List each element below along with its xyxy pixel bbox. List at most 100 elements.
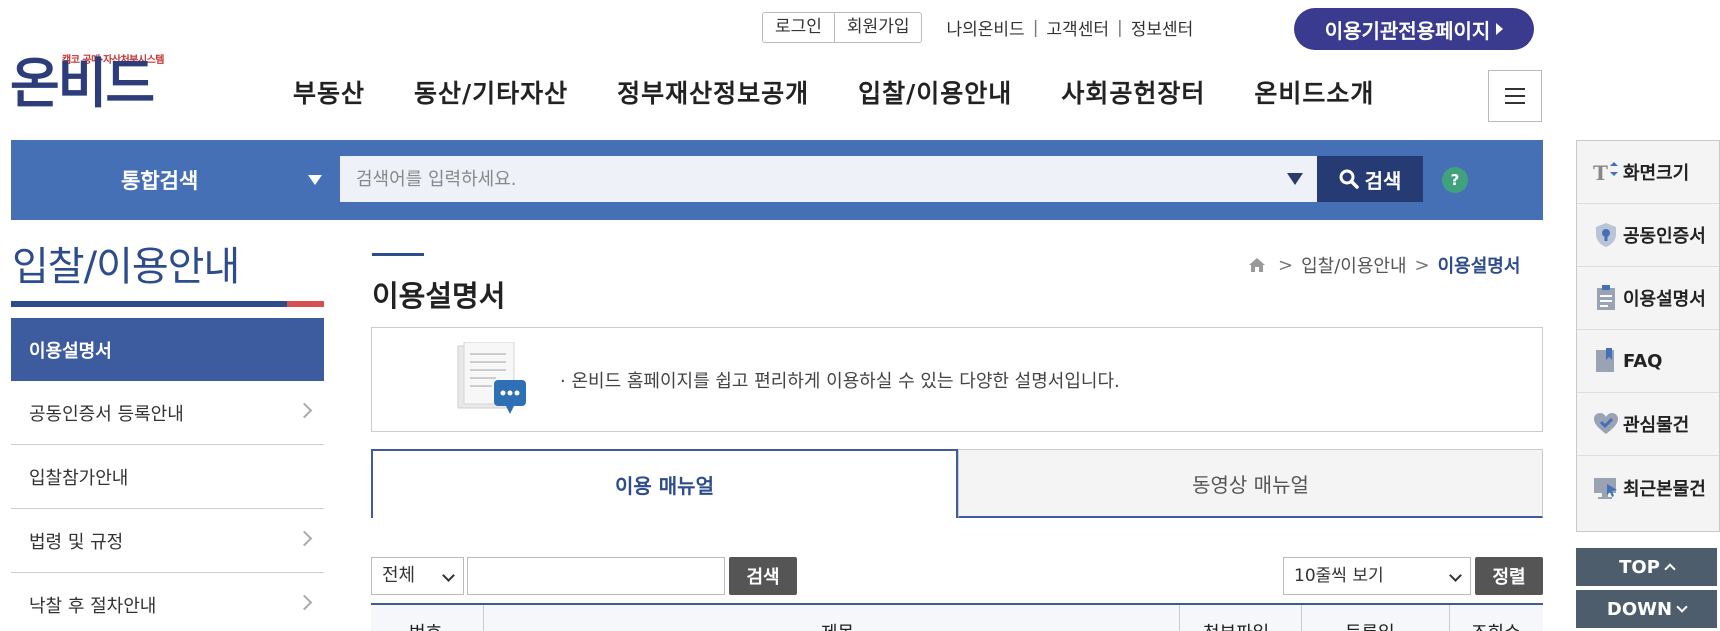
chevron-up-icon bbox=[1664, 563, 1676, 575]
signup-link[interactable]: 회원가입 bbox=[833, 13, 922, 42]
sidebar-item-manual[interactable]: 이용설명서 bbox=[11, 318, 324, 381]
quick-recent[interactable]: 최근본물건 bbox=[1577, 456, 1719, 519]
quick-manual[interactable]: 이용설명서 bbox=[1577, 267, 1719, 330]
tab-video-manual[interactable]: 동영상 매뉴얼 bbox=[958, 449, 1543, 518]
quick-menu: T 화면크기 공동인증서 이용설명서 FAQ 관심물건 최근본물건 bbox=[1576, 140, 1720, 532]
search-category-select[interactable]: 통합검색 bbox=[11, 140, 331, 220]
logo[interactable]: 캠코 공매·자산처분시스템 온비드 bbox=[10, 48, 170, 114]
nav-bid-guide[interactable]: 입찰/이용안내 bbox=[858, 74, 1012, 110]
page-title: 이용설명서 bbox=[372, 279, 506, 313]
col-title: 제목 bbox=[821, 619, 854, 631]
nav-real-estate[interactable]: 부동산 bbox=[293, 74, 365, 110]
main-nav: 부동산 동산/기타자산 정부재산정보공개 입찰/이용안내 사회공헌장터 온비드소… bbox=[293, 74, 1374, 110]
rows-per-page-select[interactable]: 10줄씩 보기 bbox=[1283, 557, 1471, 595]
sidebar-item-after-award[interactable]: 낙찰 후 절차안내 bbox=[11, 573, 324, 631]
col-number: 번호 bbox=[409, 619, 442, 631]
col-views: 조회수 bbox=[1471, 619, 1521, 631]
nav-about[interactable]: 온비드소개 bbox=[1254, 74, 1374, 110]
monitor-icon bbox=[1593, 475, 1619, 501]
quick-font-size-label: 화면크기 bbox=[1623, 163, 1690, 184]
chevron-right-icon bbox=[296, 402, 313, 419]
util-links: 나의온비드 | 고객센터 | 정보센터 bbox=[946, 15, 1194, 41]
chevron-down-icon bbox=[442, 569, 455, 582]
intro-box: · 온비드 홈페이지를 쉽고 편리하게 이용하실 수 있는 다양한 설명서입니다… bbox=[371, 327, 1543, 432]
breadcrumb-current: 이용설명서 bbox=[1437, 256, 1521, 277]
nav-gov-property[interactable]: 정부재산정보공개 bbox=[617, 74, 809, 110]
list-filter: 전체 검색 10줄씩 보기 정렬 bbox=[371, 557, 1543, 597]
keyword-search-button[interactable]: 검색 bbox=[729, 557, 797, 595]
scroll-down-button[interactable]: DOWN bbox=[1576, 590, 1717, 628]
scroll-top-label: TOP bbox=[1619, 556, 1660, 578]
intro-text-body: 온비드 홈페이지를 쉽고 편리하게 이용하실 수 있는 다양한 설명서입니다. bbox=[571, 371, 1120, 392]
quick-font-size[interactable]: T 화면크기 bbox=[1577, 141, 1719, 204]
sidebar-item-bid-participation[interactable]: 입찰참가안내 bbox=[11, 445, 324, 509]
search-input[interactable] bbox=[340, 156, 1318, 202]
intro-text: · 온비드 홈페이지를 쉽고 편리하게 이용하실 수 있는 다양한 설명서입니다… bbox=[560, 371, 1120, 392]
quick-certificate[interactable]: 공동인증서 bbox=[1577, 204, 1719, 267]
auth-box: 로그인 회원가입 bbox=[762, 12, 923, 43]
home-icon[interactable] bbox=[1248, 257, 1266, 273]
sidebar-item-label: 입찰참가안내 bbox=[29, 467, 129, 489]
quick-manual-label: 이용설명서 bbox=[1623, 289, 1706, 310]
sidebar-title: 입찰/이용안내 bbox=[12, 244, 240, 290]
sidebar-item-label: 낙찰 후 절차안내 bbox=[29, 595, 157, 617]
heart-check-icon bbox=[1593, 411, 1619, 437]
sort-button[interactable]: 정렬 bbox=[1475, 557, 1543, 595]
sidebar-item-label: 공동인증서 등록안내 bbox=[29, 403, 184, 425]
scope-select[interactable]: 전체 bbox=[371, 557, 464, 595]
title-decoration bbox=[372, 253, 424, 256]
org-page-label: 이용기관전용페이지 bbox=[1324, 18, 1491, 43]
chevron-down-icon bbox=[1676, 601, 1688, 613]
search-band: 통합검색 검색 ? bbox=[11, 140, 1543, 220]
util-separator: | bbox=[1116, 17, 1123, 38]
quick-faq-label: FAQ bbox=[1623, 350, 1663, 372]
breadcrumb-section[interactable]: 입찰/이용안내 bbox=[1301, 252, 1406, 278]
nav-social-market[interactable]: 사회공헌장터 bbox=[1061, 74, 1205, 110]
quick-certificate-label: 공동인증서 bbox=[1623, 226, 1706, 247]
search-button[interactable]: 검색 bbox=[1317, 156, 1423, 202]
search-dropdown-icon[interactable] bbox=[1287, 173, 1303, 185]
book-icon bbox=[1593, 348, 1619, 374]
quick-wishlist[interactable]: 관심물건 bbox=[1577, 393, 1719, 456]
play-arrow-icon bbox=[1496, 23, 1504, 35]
help-icon[interactable]: ? bbox=[1442, 167, 1468, 193]
sidebar-item-label: 법령 및 규정 bbox=[29, 531, 124, 553]
menu-icon[interactable] bbox=[1488, 70, 1542, 122]
chevron-right-icon bbox=[296, 530, 313, 547]
document-chat-icon bbox=[456, 341, 528, 420]
sidebar-item-laws[interactable]: 법령 및 규정 bbox=[11, 509, 324, 573]
sidebar-menu: 이용설명서 공동인증서 등록안내 입찰참가안내 법령 및 규정 낙찰 후 절차안… bbox=[11, 318, 324, 631]
nav-movables[interactable]: 동산/기타자산 bbox=[414, 74, 568, 110]
customer-center-link[interactable]: 고객센터 bbox=[1046, 15, 1109, 40]
info-center-link[interactable]: 정보센터 bbox=[1131, 15, 1194, 40]
search-icon bbox=[1339, 169, 1359, 189]
my-onbid-link[interactable]: 나의온비드 bbox=[946, 15, 1024, 40]
tab-usage-manual[interactable]: 이용 매뉴얼 bbox=[371, 449, 958, 518]
search-button-label: 검색 bbox=[1364, 168, 1402, 193]
utility-bar: 로그인 회원가입 나의온비드 | 고객센터 | 정보센터 bbox=[762, 12, 1193, 43]
col-date: 등록일 bbox=[1345, 619, 1395, 631]
manual-tabs: 이용 매뉴얼 동영상 매뉴얼 bbox=[371, 449, 1543, 518]
org-page-button[interactable]: 이용기관전용페이지 bbox=[1294, 8, 1534, 50]
scroll-top-button[interactable]: TOP bbox=[1576, 548, 1717, 586]
quick-wishlist-label: 관심물건 bbox=[1623, 415, 1690, 436]
scope-select-value: 전체 bbox=[382, 565, 416, 586]
shield-icon bbox=[1593, 222, 1619, 248]
sidebar-item-certificate[interactable]: 공동인증서 등록안내 bbox=[11, 381, 324, 445]
keyword-input[interactable] bbox=[467, 557, 725, 595]
col-attachment: 첨부파일 bbox=[1203, 619, 1269, 631]
text-size-icon: T bbox=[1593, 159, 1619, 185]
quick-faq[interactable]: FAQ bbox=[1577, 330, 1719, 393]
util-separator: | bbox=[1032, 17, 1039, 38]
chevron-right-icon bbox=[296, 594, 313, 611]
clipboard-icon bbox=[1593, 285, 1619, 311]
table-header: 번호 제목 첨부파일 등록일 조회수 bbox=[371, 603, 1543, 631]
svg-text:T: T bbox=[1593, 161, 1608, 184]
chevron-down-icon bbox=[1449, 569, 1462, 582]
breadcrumb-separator: > bbox=[1414, 254, 1430, 276]
rows-per-page-value: 10줄씩 보기 bbox=[1294, 566, 1384, 586]
quick-recent-label: 최근본물건 bbox=[1623, 478, 1706, 500]
login-link[interactable]: 로그인 bbox=[763, 13, 834, 42]
breadcrumb-separator: > bbox=[1278, 254, 1294, 276]
sidebar-item-label: 이용설명서 bbox=[29, 340, 112, 362]
